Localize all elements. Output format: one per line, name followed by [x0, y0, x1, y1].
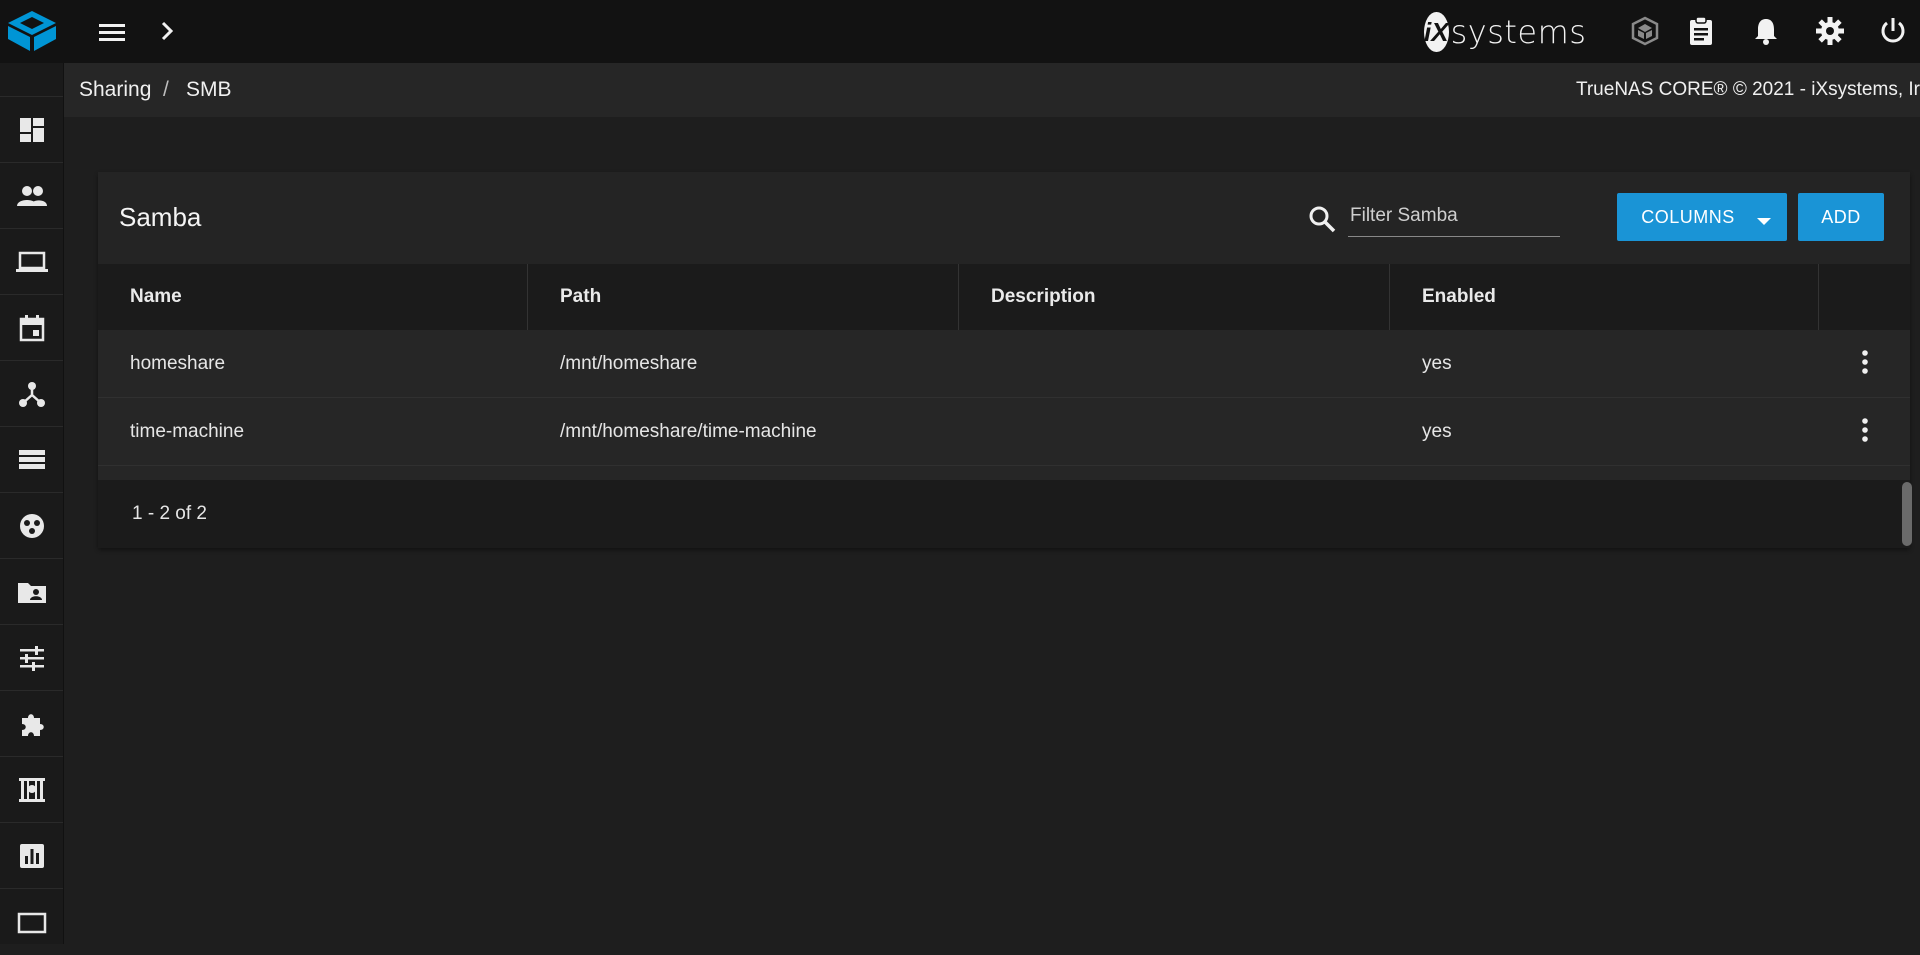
sidebar: [0, 63, 64, 944]
samba-card: Samba COLUMNS ADD Name Path Description …: [98, 172, 1910, 548]
breadcrumb-smb: SMB: [186, 78, 232, 101]
top-bar: iX systems: [0, 0, 1920, 63]
directory-services-icon[interactable]: [0, 492, 63, 559]
plugins-icon[interactable]: [0, 690, 63, 757]
table-row[interactable]: time-machine /mnt/homeshare/time-machine…: [98, 398, 1910, 466]
caret-down-icon: [1757, 210, 1771, 231]
search-icon: [1307, 204, 1337, 234]
menu-icon[interactable]: [96, 18, 128, 46]
virtual-machines-icon[interactable]: [0, 888, 63, 955]
ixsystems-logo: iX systems: [1424, 10, 1587, 54]
system-icon[interactable]: [0, 228, 63, 295]
cell-description: [959, 398, 991, 465]
scrollbar[interactable]: [1902, 482, 1912, 546]
cell-description: [959, 330, 991, 397]
ixsystems-text: systems: [1450, 13, 1587, 51]
table-header: Name Path Description Enabled: [98, 264, 1910, 331]
breadcrumb-separator: /: [163, 78, 169, 101]
sharing-icon[interactable]: [0, 558, 63, 625]
filter-input[interactable]: [1348, 196, 1560, 237]
more-vert-icon[interactable]: [1850, 412, 1880, 448]
column-header-path[interactable]: Path: [528, 264, 959, 330]
cell-name: homeshare: [130, 352, 226, 374]
card-header: Samba COLUMNS ADD: [98, 172, 1910, 264]
truecommand-icon[interactable]: [1628, 14, 1662, 48]
table-footer: 1 - 2 of 2: [98, 480, 1910, 548]
cell-name: time-machine: [130, 420, 245, 442]
clipboard-icon[interactable]: [1684, 14, 1718, 48]
chevron-right-icon[interactable]: [156, 16, 180, 46]
reporting-icon[interactable]: [0, 822, 63, 889]
column-header-description[interactable]: Description: [959, 264, 1390, 330]
dashboard-icon[interactable]: [0, 96, 63, 163]
power-icon[interactable]: [1876, 14, 1910, 48]
breadcrumb: Sharing / SMB TrueNAS CORE® © 2021 - iXs…: [64, 63, 1920, 117]
accounts-icon[interactable]: [0, 162, 63, 229]
jails-icon[interactable]: [0, 756, 63, 823]
add-button[interactable]: ADD: [1798, 193, 1884, 241]
columns-label: COLUMNS: [1641, 206, 1735, 227]
gear-icon[interactable]: [1813, 14, 1847, 48]
cell-path: /mnt/homeshare/time-machine: [560, 420, 817, 442]
truenas-logo-icon[interactable]: [6, 9, 58, 53]
column-header-name[interactable]: Name: [98, 264, 528, 330]
pagination-range: 1 - 2 of 2: [132, 503, 207, 524]
column-header-enabled[interactable]: Enabled: [1390, 264, 1819, 330]
cell-path: /mnt/homeshare: [560, 352, 698, 374]
columns-button[interactable]: COLUMNS: [1617, 193, 1787, 241]
table-row[interactable]: homeshare /mnt/homeshare yes: [98, 330, 1910, 398]
cell-enabled: yes: [1422, 420, 1452, 442]
tasks-icon[interactable]: [0, 294, 63, 361]
table-spacer: [98, 466, 1910, 480]
more-vert-icon[interactable]: [1850, 344, 1880, 380]
network-icon[interactable]: [0, 360, 63, 427]
services-icon[interactable]: [0, 624, 63, 691]
bell-icon[interactable]: [1749, 14, 1783, 48]
breadcrumb-sharing[interactable]: Sharing: [79, 78, 151, 102]
column-header-actions: [1819, 264, 1910, 330]
ixsystems-mark: iX: [1424, 12, 1449, 52]
cell-enabled: yes: [1422, 352, 1452, 374]
page-title: Samba: [119, 202, 202, 232]
storage-icon[interactable]: [0, 426, 63, 493]
copyright-text: TrueNAS CORE® © 2021 - iXsystems, Ir: [1575, 79, 1920, 100]
